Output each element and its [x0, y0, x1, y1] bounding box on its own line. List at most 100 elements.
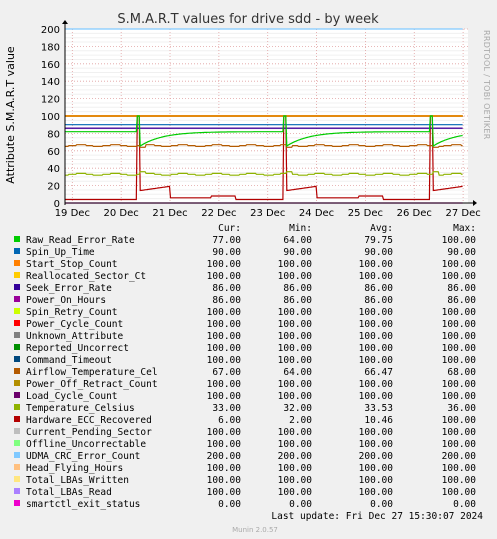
- legend-value: 100.00: [207, 439, 242, 450]
- legend-series-name: Load_Cycle_Count: [26, 391, 118, 402]
- legend-value: 100.00: [278, 391, 313, 402]
- legend-value: 36.00: [447, 403, 476, 414]
- legend-value: 10.46: [364, 415, 393, 426]
- legend-value: 0.00: [218, 499, 241, 510]
- x-tick-label: 21 Dec: [152, 208, 187, 219]
- legend-swatch: [14, 380, 20, 386]
- legend-column-header: Max:: [453, 223, 476, 234]
- legend-swatch: [14, 368, 20, 374]
- legend-swatch: [14, 404, 20, 410]
- legend-swatch: [14, 308, 20, 314]
- legend-value: 100.00: [207, 319, 242, 330]
- legend-value: 200.00: [278, 451, 313, 462]
- legend-swatch: [14, 236, 20, 242]
- legend-value: 100.00: [442, 475, 477, 486]
- legend-series-name: Command_Timeout: [26, 355, 112, 366]
- x-tick-label: 26 Dec: [397, 208, 432, 219]
- legend-series-name: Seek_Error_Rate: [26, 283, 112, 294]
- x-tick-label: 23 Dec: [250, 208, 285, 219]
- legend-value: 64.00: [283, 367, 312, 378]
- legend-value: 0.00: [453, 499, 476, 510]
- legend-value: 100.00: [442, 355, 477, 366]
- legend-value: 100.00: [359, 391, 394, 402]
- legend-value: 100.00: [278, 331, 313, 342]
- legend-swatch: [14, 464, 20, 470]
- legend-value: 79.75: [364, 235, 393, 246]
- legend-swatch: [14, 272, 20, 278]
- legend-value: 100.00: [359, 379, 394, 390]
- legend-value: 90.00: [212, 247, 241, 258]
- legend-value: 100.00: [359, 331, 394, 342]
- y-tick-label: 160: [41, 60, 60, 71]
- legend-series-name: Total_LBAs_Read: [26, 487, 112, 498]
- legend-value: 33.00: [212, 403, 241, 414]
- legend-value: 100.00: [442, 391, 477, 402]
- legend-value: 86.00: [212, 295, 241, 306]
- y-tick-label: 180: [41, 42, 60, 53]
- legend-value: 100.00: [278, 379, 313, 390]
- legend-value: 100.00: [442, 379, 477, 390]
- legend-swatch: [14, 452, 20, 458]
- legend-swatch: [14, 488, 20, 494]
- legend-value: 100.00: [442, 331, 477, 342]
- legend-series-name: Spin_Retry_Count: [26, 307, 118, 318]
- legend-column-header: Cur:: [218, 223, 241, 234]
- legend-swatch: [14, 260, 20, 266]
- legend-value: 86.00: [283, 283, 312, 294]
- y-tick-label: 200: [41, 25, 60, 36]
- legend-series-name: Hardware_ECC_Recovered: [26, 415, 152, 426]
- legend-series-name: Power_Off_Retract_Count: [26, 379, 158, 390]
- x-tick-label: 27 Dec: [445, 208, 480, 219]
- legend-value: 100.00: [442, 271, 477, 282]
- x-tick-label: 20 Dec: [104, 208, 139, 219]
- legend-swatch: [14, 428, 20, 434]
- legend-value: 100.00: [359, 319, 394, 330]
- legend-value: 90.00: [364, 247, 393, 258]
- legend-value: 100.00: [359, 259, 394, 270]
- y-tick-label: 80: [47, 129, 60, 140]
- y-axis-arrow: [62, 20, 68, 24]
- legend-value: 100.00: [207, 463, 242, 474]
- smart-chart: S.M.A.R.T values for drive sdd - by week…: [4, 12, 491, 534]
- legend-value: 33.53: [364, 403, 393, 414]
- legend-value: 100.00: [207, 355, 242, 366]
- legend-swatch: [14, 296, 20, 302]
- legend-series-name: Offline_Uncorrectable: [26, 439, 146, 450]
- legend-value: 0.00: [370, 499, 393, 510]
- y-tick-label: 100: [41, 112, 60, 123]
- legend-value: 100.00: [278, 355, 313, 366]
- legend-value: 68.00: [447, 367, 476, 378]
- legend-series-name: Total_LBAs_Written: [26, 475, 129, 486]
- legend-value: 86.00: [364, 283, 393, 294]
- legend-series-name: Reallocated_Sector_Ct: [26, 271, 146, 282]
- legend-series-name: Power_Cycle_Count: [26, 319, 123, 330]
- legend-value: 0.00: [289, 499, 312, 510]
- legend-series-name: Unknown_Attribute: [26, 331, 124, 342]
- legend-value: 100.00: [442, 463, 477, 474]
- legend-value: 100.00: [278, 487, 313, 498]
- legend-series-name: smartctl_exit_status: [26, 499, 140, 510]
- legend-series-name: Power_On_Hours: [26, 295, 106, 306]
- last-update: Last update: Fri Dec 27 15:30:07 2024: [271, 511, 483, 522]
- legend-value: 100.00: [207, 271, 242, 282]
- legend-value: 100.00: [442, 439, 477, 450]
- legend-value: 77.00: [212, 235, 241, 246]
- legend-swatch: [14, 248, 20, 254]
- x-tick-label: 24 Dec: [299, 208, 334, 219]
- legend-value: 100.00: [442, 235, 477, 246]
- legend-swatch: [14, 416, 20, 422]
- legend-value: 100.00: [359, 463, 394, 474]
- legend-value: 100.00: [207, 331, 242, 342]
- legend-value: 100.00: [278, 319, 313, 330]
- legend-value: 100.00: [359, 343, 394, 354]
- x-tick-label: 19 Dec: [55, 208, 90, 219]
- legend: Cur: Min: Avg: Max: Raw_Read_Error_Rate 77.00…: [14, 223, 476, 510]
- legend-value: 100.00: [278, 307, 313, 318]
- legend-series-name: Temperature_Celsius: [26, 403, 135, 414]
- legend-value: 67.00: [212, 367, 241, 378]
- y-tick-label: 40: [47, 164, 60, 175]
- legend-value: 100.00: [207, 391, 242, 402]
- legend-value: 100.00: [278, 475, 313, 486]
- legend-value: 100.00: [442, 415, 477, 426]
- legend-value: 100.00: [207, 259, 242, 270]
